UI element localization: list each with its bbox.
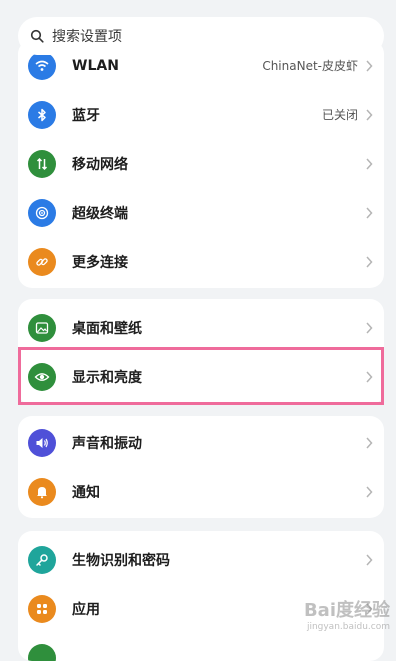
setting-item-wallpaper[interactable]: 桌面和壁纸	[18, 303, 384, 352]
bell-icon	[28, 478, 56, 506]
setting-item-biometrics[interactable]: 生物识别和密码	[18, 535, 384, 584]
eye-icon	[28, 363, 56, 391]
setting-item-label: 声音和振动	[72, 433, 142, 453]
setting-item-label: WLAN	[72, 58, 119, 74]
setting-item-super-device[interactable]: 超级终端	[18, 188, 384, 237]
setting-item-notifications[interactable]: 通知	[18, 467, 384, 516]
chevron-right-icon	[365, 158, 373, 170]
setting-item-display-brightness[interactable]: 显示和亮度	[18, 352, 384, 401]
chevron-right-icon	[365, 60, 373, 72]
setting-item-label: 应用	[72, 599, 100, 619]
watermark: Bai度经验 jingyan.baidu.com	[304, 596, 390, 632]
chevron-right-icon	[365, 109, 373, 121]
chevron-right-icon	[365, 437, 373, 449]
search-bar[interactable]: 搜索设置项	[18, 17, 384, 55]
setting-item-value: ChinaNet-皮皮虾	[262, 57, 358, 74]
mobile-network-icon	[28, 150, 56, 178]
setting-item-more-connections[interactable]: 更多连接	[18, 237, 384, 286]
partial-icon	[28, 644, 56, 661]
wifi-icon	[28, 52, 56, 80]
setting-item-label: 更多连接	[72, 252, 128, 272]
link-icon	[28, 248, 56, 276]
apps-icon	[28, 595, 56, 623]
watermark-url: jingyan.baidu.com	[304, 622, 390, 632]
setting-item-label: 超级终端	[72, 203, 128, 223]
setting-item-partial[interactable]	[18, 633, 384, 661]
chevron-right-icon	[365, 207, 373, 219]
setting-item-label: 显示和亮度	[72, 367, 142, 387]
chevron-right-icon	[365, 322, 373, 334]
search-input[interactable]: 搜索设置项	[52, 26, 122, 46]
chevron-right-icon	[365, 371, 373, 383]
setting-item-label: 通知	[72, 482, 100, 502]
setting-item-label: 移动网络	[72, 154, 128, 174]
connections-group: WLAN ChinaNet-皮皮虾 蓝牙 已关闭 移动网络 超级终端 更多连接	[18, 40, 384, 288]
setting-item-bluetooth[interactable]: 蓝牙 已关闭	[18, 90, 384, 139]
setting-item-label: 生物识别和密码	[72, 550, 170, 570]
chevron-right-icon	[365, 256, 373, 268]
setting-item-value: 已关闭	[322, 106, 358, 123]
super-device-icon	[28, 199, 56, 227]
display-group: 桌面和壁纸 显示和亮度	[18, 299, 384, 405]
setting-item-sound[interactable]: 声音和振动	[18, 418, 384, 467]
volume-icon	[28, 429, 56, 457]
wallpaper-icon	[28, 314, 56, 342]
bluetooth-icon	[28, 101, 56, 129]
key-icon	[28, 546, 56, 574]
setting-item-mobile-network[interactable]: 移动网络	[18, 139, 384, 188]
sound-group: 声音和振动 通知	[18, 416, 384, 518]
chevron-right-icon	[365, 486, 373, 498]
setting-item-label: 蓝牙	[72, 105, 100, 125]
setting-item-label: 桌面和壁纸	[72, 318, 142, 338]
search-icon	[30, 29, 44, 43]
watermark-logo: Bai度经验	[304, 596, 390, 622]
chevron-right-icon	[365, 554, 373, 566]
